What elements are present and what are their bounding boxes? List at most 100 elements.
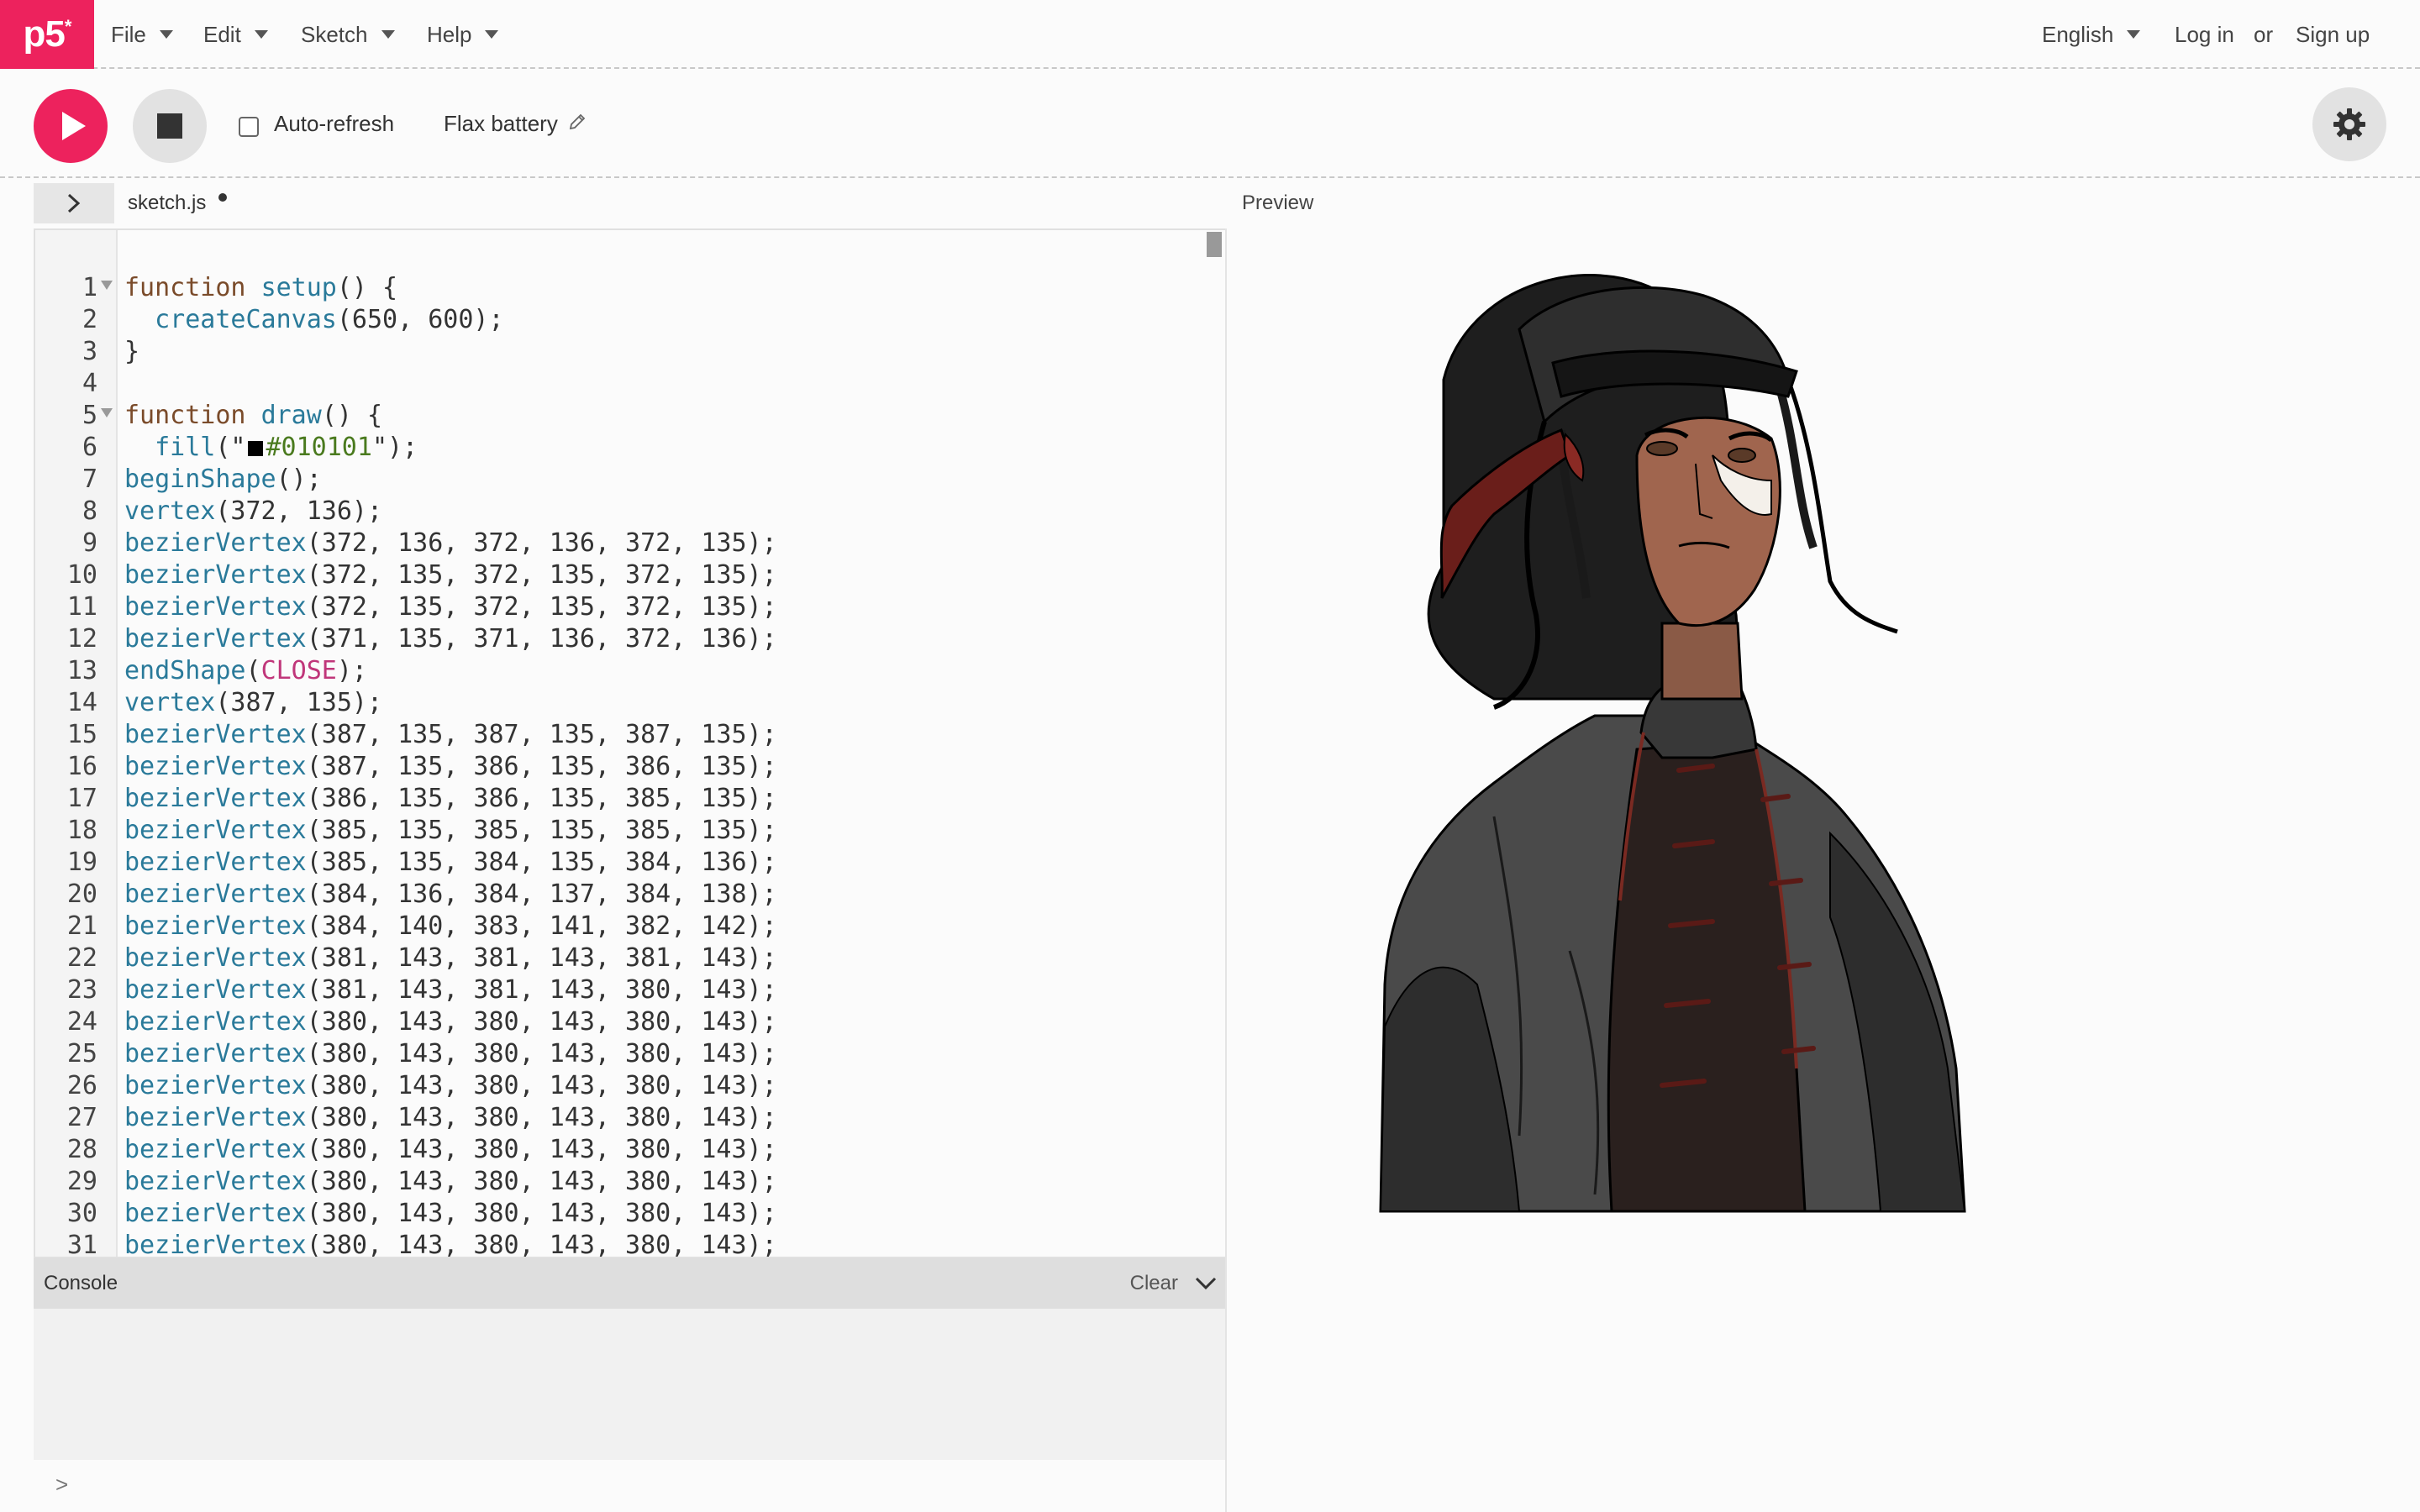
sidebar-toggle-button[interactable] [34,183,114,223]
editor-scrollbar[interactable] [1207,232,1222,257]
stop-icon [157,113,182,139]
code-text: bezierVertex(380, 143, 380, 143, 380, 14… [124,1167,777,1196]
code-text: function setup() { [124,273,398,302]
console-prompt: > [55,1472,69,1497]
gear-icon [2333,108,2365,140]
line-number: 21 [66,911,97,941]
code-line[interactable]: 30 bezierVertex(380, 143, 380, 143, 380, … [35,1198,1225,1230]
code-line[interactable]: 5 function draw() { [35,400,1225,432]
console-clear-button[interactable]: Clear [1130,1272,1178,1295]
line-number: 11 [66,592,97,622]
auto-refresh-checkbox[interactable] [239,117,259,137]
caret-down-icon [2127,30,2141,39]
file-tab[interactable]: sketch.js [128,192,206,215]
code-line[interactable]: 21 bezierVertex(384, 140, 383, 141, 382, … [35,911,1225,942]
code-line[interactable]: 12 bezierVertex(371, 135, 371, 136, 372, … [35,623,1225,655]
code-line[interactable]: 25 bezierVertex(380, 143, 380, 143, 380, … [35,1038,1225,1070]
preview-canvas[interactable] [1242,228,2334,1236]
line-number: 18 [66,816,97,845]
line-number: 1 [82,273,97,302]
code-line[interactable]: 3} [35,336,1225,368]
code-text: function draw() { [124,401,383,430]
code-line[interactable]: 29 bezierVertex(380, 143, 380, 143, 380, … [35,1166,1225,1198]
menu-help[interactable]: Help [427,0,499,69]
code-line[interactable]: 7 beginShape(); [35,464,1225,496]
code-text: bezierVertex(372, 135, 372, 135, 372, 13… [124,560,777,590]
signup-link[interactable]: Sign up [2296,0,2370,69]
code-text: bezierVertex(380, 143, 380, 143, 380, 14… [124,1103,777,1132]
code-line[interactable]: 23 bezierVertex(381, 143, 381, 143, 380, … [35,974,1225,1006]
code-text: bezierVertex(380, 143, 380, 143, 380, 14… [124,1039,777,1068]
line-number: 13 [66,656,97,685]
code-line[interactable]: 24 bezierVertex(380, 143, 380, 143, 380, … [35,1006,1225,1038]
code-text: vertex(372, 136); [124,496,383,526]
line-number: 2 [82,305,97,334]
code-text: bezierVertex(381, 143, 381, 143, 381, 14… [124,943,777,973]
auto-refresh-label[interactable]: Auto-refresh [274,111,394,137]
unsaved-indicator [218,193,227,202]
settings-button[interactable] [2312,87,2386,161]
pane-divider[interactable] [1225,228,1227,1512]
project-name[interactable]: Flax battery [444,111,558,137]
code-line[interactable]: 31 bezierVertex(380, 143, 380, 143, 380, … [35,1230,1225,1258]
line-number: 30 [66,1199,97,1228]
pencil-icon[interactable] [568,113,587,137]
code-line[interactable]: 16 bezierVertex(387, 135, 386, 135, 386, … [35,751,1225,783]
fold-arrow-icon[interactable] [101,408,113,417]
code-line[interactable]: 13 endShape(CLOSE); [35,655,1225,687]
code-text: fill(" #010101"); [155,433,418,462]
code-line[interactable]: 26 bezierVertex(380, 143, 380, 143, 380, … [35,1070,1225,1102]
code-text: createCanvas(650, 600); [155,305,504,334]
sketch-output-illustration [1379,274,1966,1213]
fold-arrow-icon[interactable] [101,281,113,290]
code-line[interactable]: 20 bezierVertex(384, 136, 384, 137, 384, … [35,879,1225,911]
code-text: bezierVertex(385, 135, 385, 135, 385, 13… [124,816,777,845]
code-lines[interactable]: 1 function setup() {2 createCanvas(650, 6… [35,272,1225,1258]
code-line[interactable]: 17 bezierVertex(386, 135, 386, 135, 385, … [35,783,1225,815]
language-selector[interactable]: English [2042,0,2141,69]
code-line[interactable]: 6 fill(" #010101"); [35,432,1225,464]
code-line[interactable]: 8 vertex(372, 136); [35,496,1225,528]
chevron-right-icon [67,193,81,213]
code-line[interactable]: 1 function setup() { [35,272,1225,304]
login-link[interactable]: Log in [2175,0,2234,69]
line-number: 27 [66,1103,97,1132]
console-title: Console [44,1272,118,1294]
play-button[interactable] [34,89,108,163]
code-line[interactable]: 15 bezierVertex(387, 135, 387, 135, 387, … [35,719,1225,751]
code-text: bezierVertex(381, 143, 381, 143, 380, 14… [124,975,777,1005]
code-line[interactable]: 22 bezierVertex(381, 143, 381, 143, 381, … [35,942,1225,974]
p5-logo[interactable]: p5 * [0,0,94,69]
console-input[interactable]: > [34,1460,1227,1512]
console-header: Console Clear [34,1258,1227,1309]
line-number: 6 [82,433,97,462]
code-line[interactable]: 10 bezierVertex(372, 135, 372, 135, 372, … [35,559,1225,591]
code-line[interactable]: 27 bezierVertex(380, 143, 380, 143, 380, … [35,1102,1225,1134]
line-number: 24 [66,1007,97,1037]
line-number: 8 [82,496,97,526]
console-output [34,1309,1227,1460]
code-text: vertex(387, 135); [124,688,383,717]
menu-edit[interactable]: Edit [203,0,268,69]
code-line[interactable]: 19 bezierVertex(385, 135, 384, 135, 384, … [35,847,1225,879]
chevron-down-icon[interactable] [1193,1275,1218,1292]
code-line[interactable]: 11 bezierVertex(372, 135, 372, 135, 372, … [35,591,1225,623]
code-text: bezierVertex(380, 143, 380, 143, 380, 14… [124,1135,777,1164]
code-line[interactable]: 14 vertex(387, 135); [35,687,1225,719]
line-number: 20 [66,879,97,909]
line-number: 28 [66,1135,97,1164]
line-number: 7 [82,465,97,494]
menu-sketch[interactable]: Sketch [301,0,395,69]
code-editor[interactable]: 1 function setup() {2 createCanvas(650, 6… [34,228,1227,1258]
code-line[interactable]: 18 bezierVertex(385, 135, 385, 135, 385, … [35,815,1225,847]
code-text: bezierVertex(380, 143, 380, 143, 380, 14… [124,1071,777,1100]
code-line[interactable]: 4 [35,368,1225,400]
code-line[interactable]: 9 bezierVertex(372, 136, 372, 136, 372, 1… [35,528,1225,559]
menu-file[interactable]: File [111,0,173,69]
line-number: 31 [66,1231,97,1258]
line-number: 12 [66,624,97,654]
play-icon [62,112,86,140]
stop-button[interactable] [133,89,207,163]
code-line[interactable]: 2 createCanvas(650, 600); [35,304,1225,336]
code-line[interactable]: 28 bezierVertex(380, 143, 380, 143, 380, … [35,1134,1225,1166]
